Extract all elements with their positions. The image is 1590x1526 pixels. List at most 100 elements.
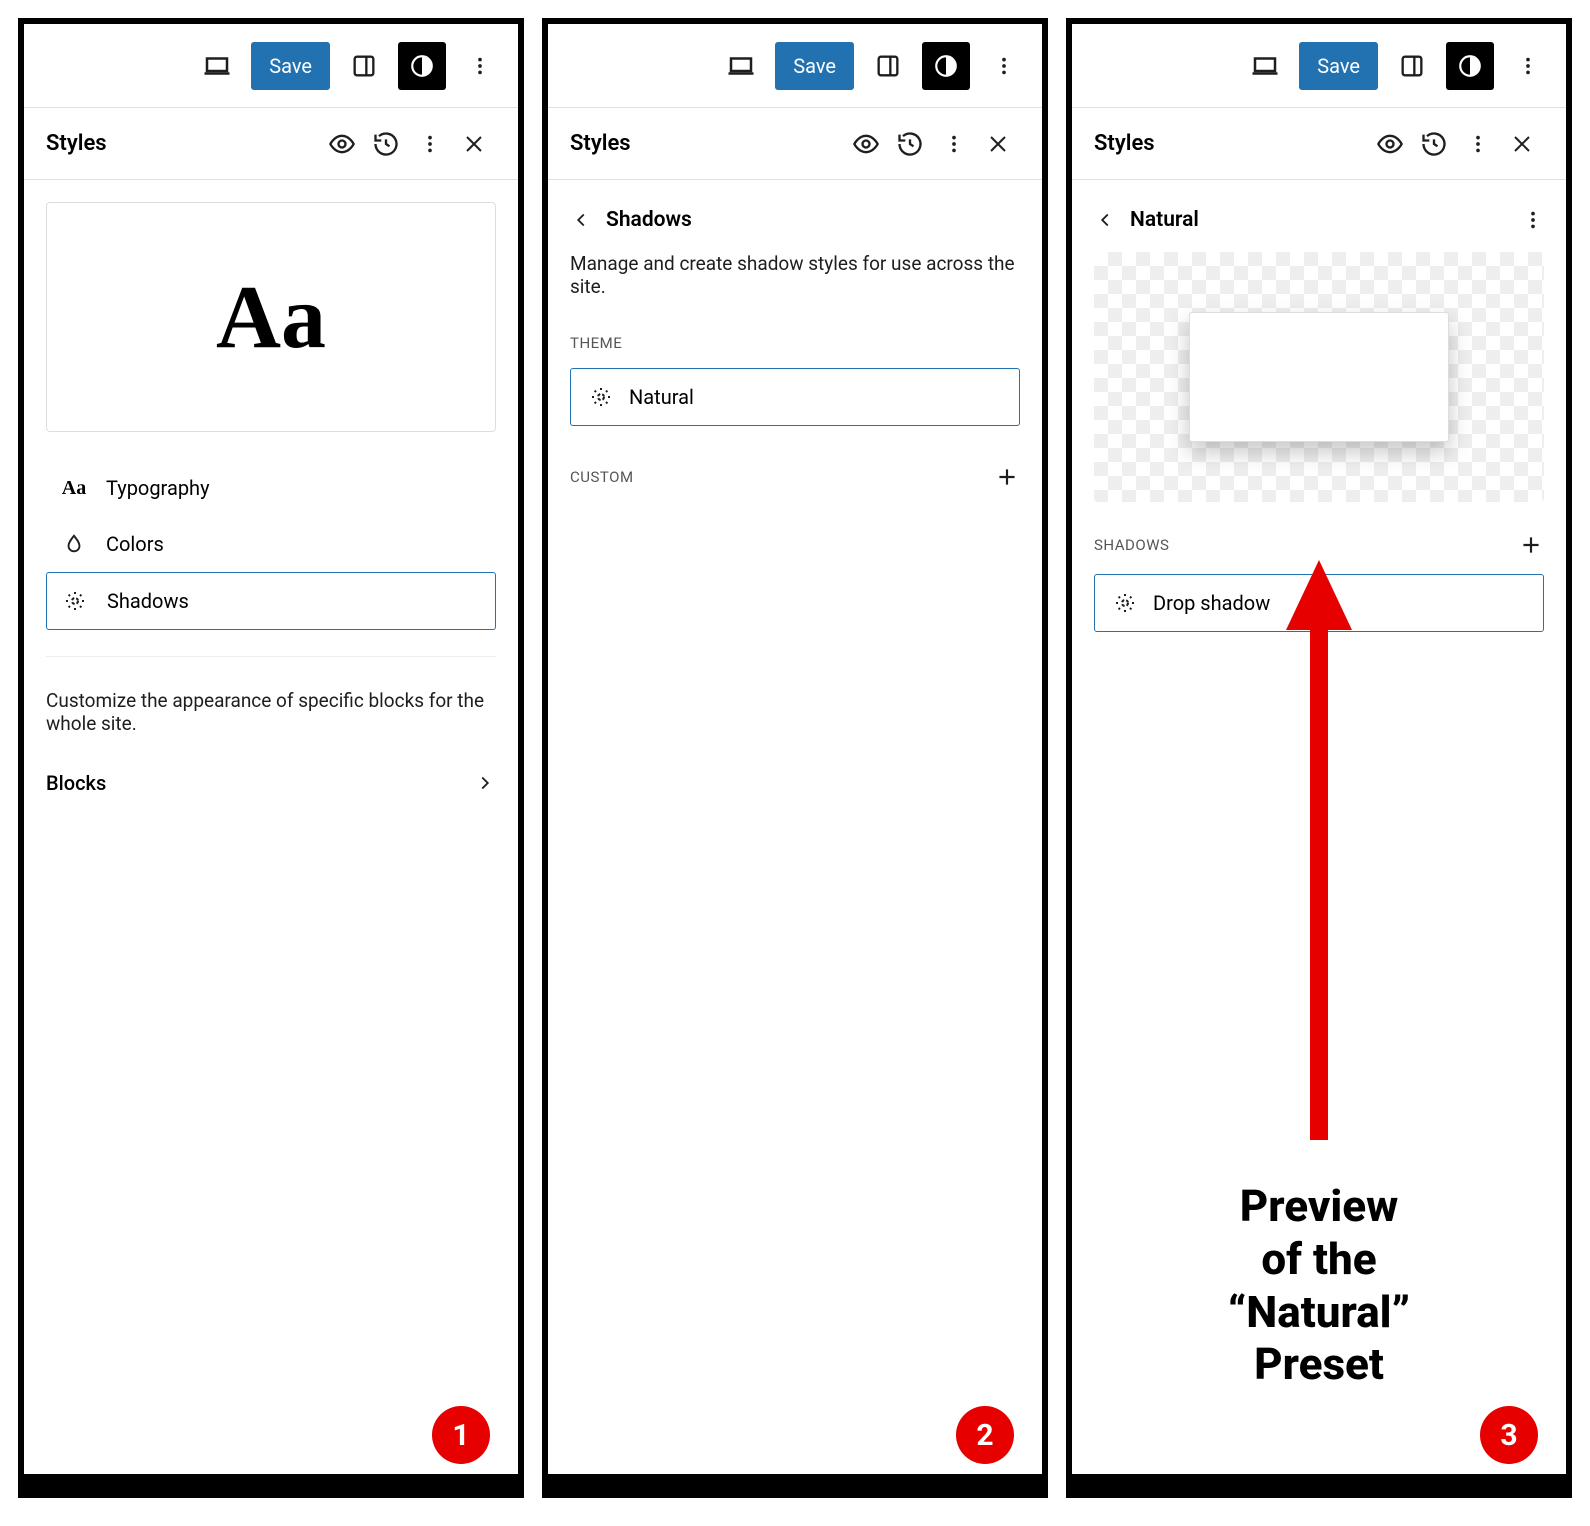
breadcrumb: Shadows: [570, 202, 1020, 252]
history-icon: [896, 130, 924, 158]
stylebook-button[interactable]: [844, 122, 888, 166]
sidebar-toggle-button[interactable]: [864, 42, 912, 90]
breadcrumb-title: Shadows: [606, 208, 692, 232]
shadow-preview-canvas: [1094, 252, 1544, 502]
eye-icon: [328, 130, 356, 158]
breadcrumb-title: Natural: [1130, 208, 1199, 232]
stylebook-button[interactable]: [1368, 122, 1412, 166]
step-badge-1: 1: [432, 1406, 490, 1464]
top-toolbar: Save: [24, 24, 518, 108]
device-preview-button[interactable]: [1241, 42, 1289, 90]
back-button[interactable]: [570, 209, 592, 231]
step-badge-3: 3: [1480, 1406, 1538, 1464]
close-icon: [986, 132, 1010, 156]
laptop-icon: [202, 51, 232, 81]
theme-preset-label: Natural: [629, 385, 694, 409]
footer-strip: [1072, 1474, 1566, 1492]
menu-colors-label: Colors: [106, 532, 164, 556]
typography-preview: Aa: [46, 202, 496, 432]
step-badge-2: 2: [956, 1406, 1014, 1464]
menu-typography-label: Typography: [106, 476, 210, 500]
contrast-icon: [1457, 53, 1483, 79]
sun-icon: [61, 589, 89, 613]
add-custom-shadow-button[interactable]: [994, 464, 1020, 490]
styles-toggle-button[interactable]: [1446, 42, 1494, 90]
styles-more-button[interactable]: [1456, 122, 1500, 166]
top-toolbar: Save: [548, 24, 1042, 108]
close-icon: [462, 132, 486, 156]
laptop-icon: [1250, 51, 1280, 81]
toolbar-more-button[interactable]: [456, 42, 504, 90]
history-icon: [372, 130, 400, 158]
chevron-left-icon: [570, 209, 592, 231]
toolbar-more-button[interactable]: [980, 42, 1028, 90]
styles-toggle-button[interactable]: [398, 42, 446, 90]
chevron-left-icon: [1094, 209, 1116, 231]
toolbar-more-button[interactable]: [1504, 42, 1552, 90]
styles-header: Styles: [24, 108, 518, 180]
preset-more-button[interactable]: [1522, 209, 1544, 231]
kebab-icon: [1467, 133, 1489, 155]
revisions-button[interactable]: [364, 122, 408, 166]
section-shadows-label: SHADOWS: [1094, 522, 1544, 568]
back-button[interactable]: [1094, 209, 1116, 231]
kebab-icon: [1522, 209, 1544, 231]
revisions-button[interactable]: [888, 122, 932, 166]
menu-shadows-label: Shadows: [107, 589, 189, 613]
annotation-arrow: [1274, 560, 1364, 1160]
styles-title: Styles: [46, 131, 320, 156]
save-button[interactable]: Save: [775, 42, 854, 90]
shadow-layer-drop-shadow[interactable]: Drop shadow: [1094, 574, 1544, 632]
annotation-text: Preview of the “Natural” Preset: [1072, 1180, 1566, 1391]
menu-colors[interactable]: Colors: [46, 516, 496, 572]
styles-header: Styles: [548, 108, 1042, 180]
styles-title: Styles: [570, 131, 844, 156]
styles-more-button[interactable]: [408, 122, 452, 166]
blocks-description: Customize the appearance of specific blo…: [46, 656, 496, 759]
blocks-link-label: Blocks: [46, 771, 106, 795]
eye-icon: [852, 130, 880, 158]
close-styles-button[interactable]: [452, 122, 496, 166]
kebab-icon: [943, 133, 965, 155]
save-button[interactable]: Save: [251, 42, 330, 90]
menu-shadows[interactable]: Shadows: [46, 572, 496, 630]
chevron-right-icon: [474, 772, 496, 794]
styles-toggle-button[interactable]: [922, 42, 970, 90]
section-theme-label: THEME: [570, 324, 1020, 362]
footer-strip: [24, 1474, 518, 1492]
history-icon: [1420, 130, 1448, 158]
sidebar-toggle-button[interactable]: [1388, 42, 1436, 90]
styles-header: Styles: [1072, 108, 1566, 180]
typography-icon: Aa: [60, 477, 88, 500]
kebab-icon: [1517, 55, 1539, 77]
panel-1: Save Styles Aa Aa Typography: [18, 18, 524, 1498]
close-styles-button[interactable]: [976, 122, 1020, 166]
device-preview-button[interactable]: [717, 42, 765, 90]
shadow-preview-card: [1189, 312, 1449, 442]
close-styles-button[interactable]: [1500, 122, 1544, 166]
menu-typography[interactable]: Aa Typography: [46, 460, 496, 516]
device-preview-button[interactable]: [193, 42, 241, 90]
theme-preset-natural[interactable]: Natural: [570, 368, 1020, 426]
close-icon: [1510, 132, 1534, 156]
revisions-button[interactable]: [1412, 122, 1456, 166]
sidebar-toggle-button[interactable]: [340, 42, 388, 90]
styles-more-button[interactable]: [932, 122, 976, 166]
stylebook-button[interactable]: [320, 122, 364, 166]
panel-icon: [1398, 52, 1426, 80]
sun-icon: [589, 385, 613, 409]
sun-icon: [1113, 591, 1137, 615]
panel-icon: [874, 52, 902, 80]
panel-icon: [350, 52, 378, 80]
plus-icon: [994, 464, 1020, 490]
panel-2: Save Styles Shadows: [542, 18, 1048, 1498]
save-button[interactable]: Save: [1299, 42, 1378, 90]
blocks-link[interactable]: Blocks: [46, 759, 496, 807]
shadow-layer-label: Drop shadow: [1153, 591, 1270, 615]
laptop-icon: [726, 51, 756, 81]
arrow-icon: [1274, 560, 1364, 1160]
add-shadow-layer-button[interactable]: [1518, 532, 1544, 558]
top-toolbar: Save: [1072, 24, 1566, 108]
kebab-icon: [469, 55, 491, 77]
kebab-icon: [993, 55, 1015, 77]
